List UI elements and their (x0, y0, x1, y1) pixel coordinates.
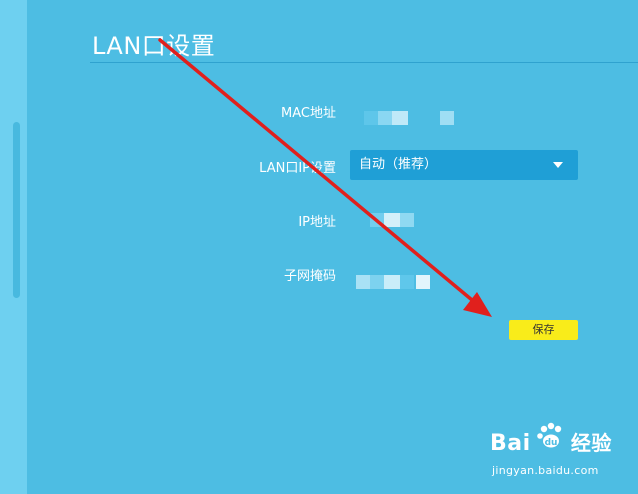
watermark-url: jingyan.baidu.com (492, 464, 599, 477)
baidu-jingyan-watermark: Bai du 经验 jingyan.baidu.com (490, 422, 612, 477)
svg-text:du: du (544, 438, 557, 448)
watermark-brand-cn: 经验 (570, 431, 612, 455)
watermark-brand: Bai (490, 431, 531, 456)
paw-icon: du (531, 422, 571, 454)
annotation-arrow (158, 38, 492, 317)
